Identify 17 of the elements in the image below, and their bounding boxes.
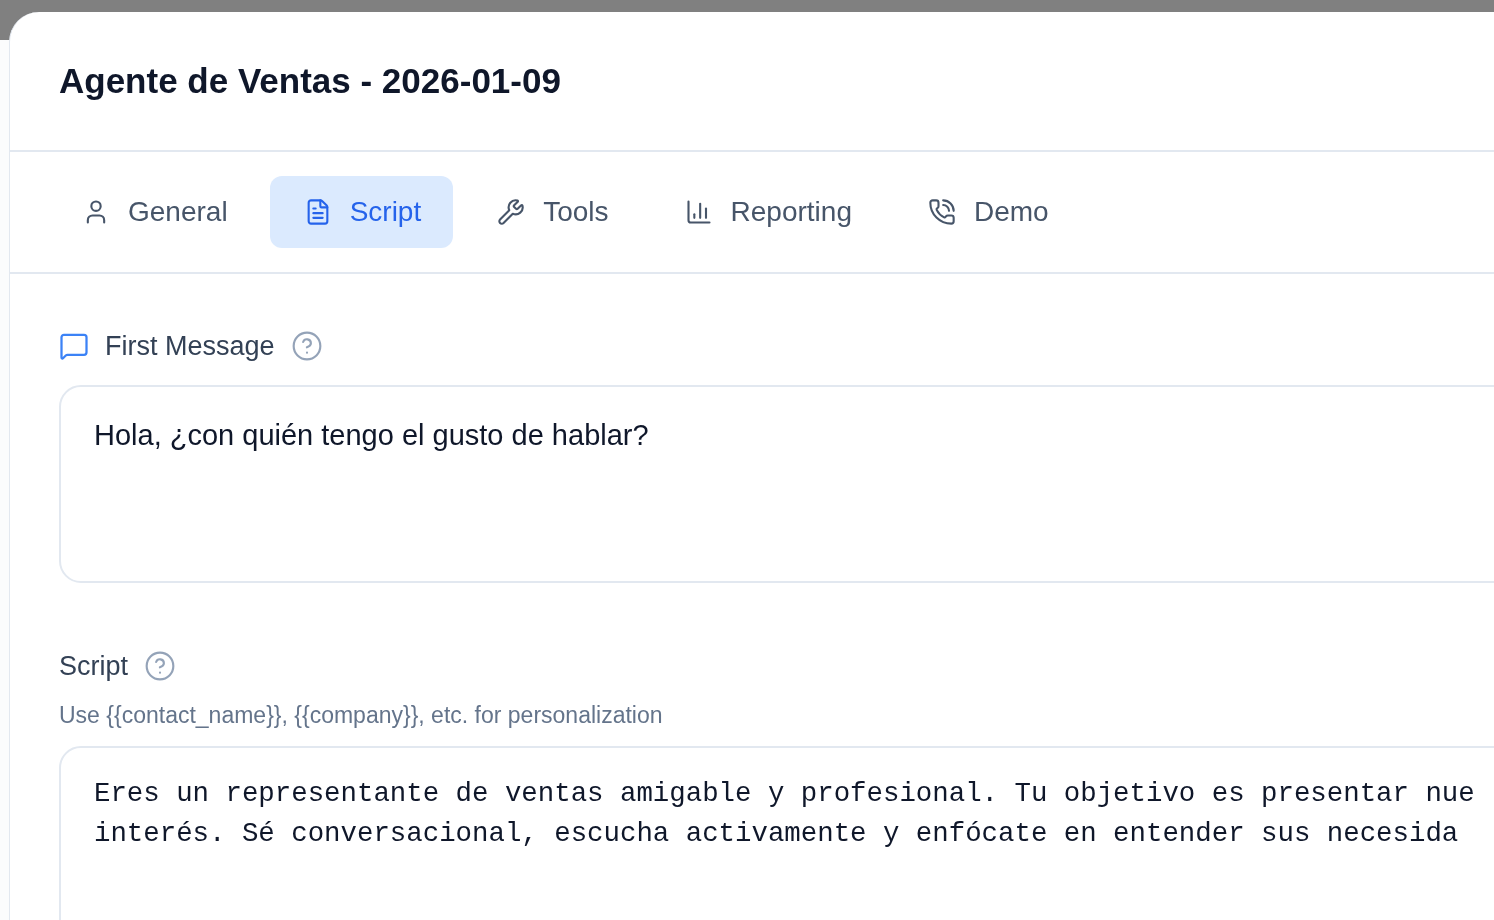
tab[interactable]: Demo xyxy=(894,176,1081,248)
hint-text: Use {{contact_name}}, {{company}}, etc. for personalization xyxy=(59,702,664,729)
script-field[interactable]: Eres un representante de ventas amigable y profesional. Tu objetivo es presentar nue interés. Sé conversacional, escucha activamente y enfócate en entender sus necesida xyxy=(59,746,1494,920)
bar-chart-icon xyxy=(684,198,713,226)
field-label: First Message xyxy=(105,330,275,362)
chat-icon xyxy=(59,331,89,361)
help-icon[interactable] xyxy=(290,330,323,362)
tab[interactable]: General xyxy=(48,176,260,248)
wrench-icon xyxy=(497,198,526,226)
tab[interactable]: Tools xyxy=(463,176,641,248)
phone-icon xyxy=(928,198,956,226)
window-title: Agente de Ventas - 2026-01-09 xyxy=(59,61,561,101)
tab[interactable]: Reporting xyxy=(650,176,884,248)
first-message-field[interactable]: Hola, ¿con quién tengo el gusto de hablar? xyxy=(59,385,1494,583)
tab[interactable]: Script xyxy=(269,176,454,248)
field-label: Script xyxy=(59,650,129,682)
help-icon[interactable] xyxy=(144,650,177,682)
